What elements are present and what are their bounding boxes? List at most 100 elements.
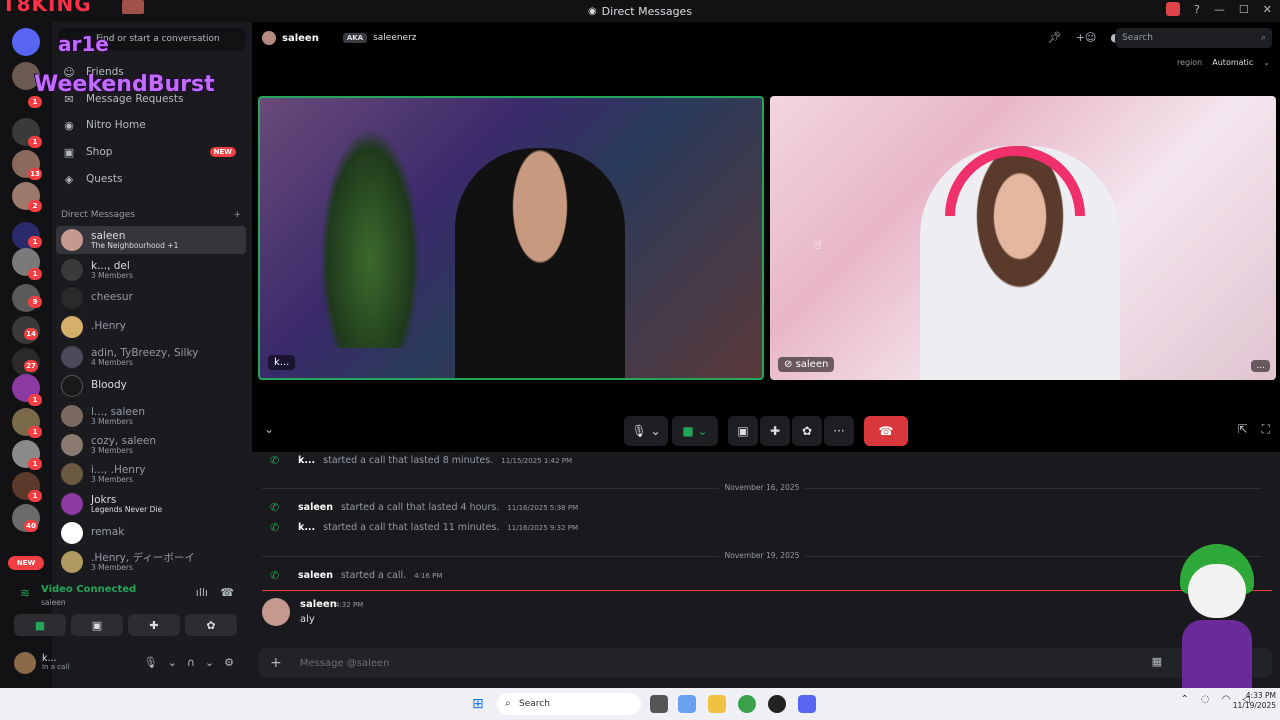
dm-item[interactable]: adin, TyBreezy, Silky 4 Members — [56, 343, 246, 371]
pop-out-icon[interactable]: ⇱ — [1238, 422, 1248, 437]
window-controls: ? — ☐ ✕ — [1166, 2, 1272, 16]
minimize-button[interactable]: — — [1214, 3, 1225, 16]
christmas-tree — [320, 128, 420, 348]
taskbar-search[interactable]: ⌕ Search — [497, 693, 641, 715]
avatar — [61, 551, 83, 573]
microphone-icon[interactable]: 🎙︎ — [144, 656, 158, 669]
screen-share-button[interactable]: ▣ — [728, 416, 758, 446]
chat-overlay-name: ar1e — [58, 32, 109, 56]
chevron-down-icon[interactable]: ⌄ — [205, 656, 214, 669]
unread-badge: 1 — [28, 236, 42, 248]
create-dm-icon[interactable]: + — [233, 210, 241, 220]
dm-item[interactable]: .Henry — [56, 313, 246, 341]
camera-button[interactable]: ■ — [14, 614, 66, 636]
signal-icon[interactable]: ≋ — [20, 586, 30, 600]
app-icon[interactable] — [768, 695, 786, 713]
add-friend-icon[interactable]: +☺ — [1076, 31, 1097, 44]
discord-icon[interactable] — [798, 695, 816, 713]
new-badge: NEW — [209, 147, 236, 157]
wifi-icon[interactable]: ◠ — [1222, 694, 1231, 705]
nav-shop[interactable]: ▣ Shop NEW — [58, 140, 246, 164]
more-options-button[interactable]: ··· — [824, 416, 854, 446]
mic-button[interactable]: 🎙︎ ⌄ — [624, 416, 668, 446]
dm-item[interactable]: i..., .Henry 3 Members — [56, 460, 246, 488]
dm-item[interactable]: cozy, saleen 3 Members — [56, 431, 246, 459]
file-explorer-icon[interactable] — [708, 695, 726, 713]
maximize-button[interactable]: ☐ — [1239, 3, 1249, 16]
home-server-icon[interactable] — [12, 28, 40, 56]
settings-gear-icon[interactable]: ⚙ — [224, 656, 234, 669]
add-attachment-icon[interactable]: + — [270, 655, 282, 671]
mouse-cursor: ☝ — [814, 238, 822, 253]
camera-button[interactable]: ■ ⌄ — [672, 416, 718, 446]
user-panel: k... In a call 🎙︎ ⌄ ∩ ⌄ ⚙ — [8, 648, 244, 678]
chrome-icon[interactable] — [738, 695, 756, 713]
screen-share-button[interactable]: ▣ — [71, 614, 123, 636]
avatar — [61, 229, 83, 251]
tile-more-button[interactable]: ... — [1251, 360, 1270, 372]
dm-item[interactable]: remak — [56, 519, 246, 547]
search-icon: ⌕ — [1260, 33, 1266, 43]
dm-item[interactable]: Bloody — [56, 372, 246, 400]
participant-video — [455, 148, 625, 378]
nav-friends[interactable]: ☺ Friends — [58, 60, 246, 84]
windows-start-icon[interactable]: ⊞ — [472, 696, 488, 712]
avatar[interactable] — [262, 598, 290, 626]
unread-badge: 40 — [24, 520, 38, 532]
chevron-up-icon[interactable]: ⌃ — [1180, 694, 1188, 705]
close-button[interactable]: ✕ — [1263, 3, 1272, 16]
os-taskbar: ⊞ ⌕ Search ⌃ ◌ ◠ ◁ 4:33 PM 11/19/2025 — [0, 688, 1280, 720]
stream-overlay-image — [122, 0, 144, 14]
nav-message-requests[interactable]: ✉ Message Requests — [58, 87, 246, 111]
soundboard-button[interactable]: ✿ — [792, 416, 822, 446]
nitro-icon: ◉ — [64, 118, 74, 132]
dm-item[interactable]: Jokrs Legends Never Die — [56, 490, 246, 518]
quests-icon: ◈ — [64, 172, 74, 186]
screen-share-icon: ▣ — [91, 618, 103, 632]
task-view-icon[interactable] — [650, 695, 668, 713]
avatar — [61, 522, 83, 544]
message-composer: + ▦ — [258, 648, 1272, 678]
call-controls: ⌄ 🎙︎ ⌄ ■ ⌄ ▣ ✚ ✿ ··· ☎ ⇱ ⛶ — [252, 412, 1280, 452]
microphone-icon: 🎙︎ ⌄ — [631, 424, 661, 438]
clock[interactable]: 4:33 PM 11/19/2025 — [1233, 691, 1276, 711]
pin-icon[interactable]: 📌︎ — [1048, 31, 1062, 44]
stream-overlay-title: T8KING — [2, 0, 92, 16]
dm-item[interactable]: cheesur — [56, 284, 246, 312]
search-input[interactable]: Search ⌕ — [1116, 28, 1272, 48]
chevron-down-icon[interactable]: ⌄ — [168, 656, 177, 669]
unread-badge: 1 — [28, 490, 42, 502]
copilot-icon[interactable] — [678, 695, 696, 713]
video-tile-saleen[interactable]: ⊘ saleen ... — [770, 96, 1276, 380]
chevron-down-icon: ⌄ — [1263, 58, 1270, 67]
dm-item[interactable]: k..., del 3 Members — [56, 256, 246, 284]
gift-icon[interactable]: ▦ — [1152, 655, 1162, 668]
phone-icon: ✆ — [270, 521, 280, 534]
unread-badge: 1 — [28, 96, 42, 108]
nav-nitro-home[interactable]: ◉ Nitro Home — [58, 113, 246, 137]
avatar[interactable] — [14, 652, 36, 674]
help-icon[interactable]: ? — [1194, 3, 1200, 16]
activities-button[interactable]: ✚ — [128, 614, 180, 636]
date-divider: November 16, 2025 — [262, 483, 1262, 492]
dm-item[interactable]: .Henry, ディーボーイ 3 Members — [56, 548, 246, 576]
soundboard-button[interactable]: ✿ — [185, 614, 237, 636]
dm-item-saleen[interactable]: saleen The Neighbourhood +1 — [56, 226, 246, 254]
unread-badge: 1 — [28, 268, 42, 280]
disconnect-icon[interactable]: ☎ — [220, 586, 234, 599]
fullscreen-icon[interactable]: ⛶ — [1262, 422, 1270, 437]
headphones-icon[interactable]: ∩ — [187, 656, 195, 669]
unread-badge: 1 — [28, 426, 42, 438]
video-tile-k[interactable]: k... — [258, 96, 764, 380]
dm-item[interactable]: l..., saleen 3 Members — [56, 402, 246, 430]
end-call-button[interactable]: ☎ — [864, 416, 908, 446]
chevron-down-icon[interactable]: ⌄ — [264, 422, 274, 436]
nav-quests[interactable]: ◈ Quests — [58, 167, 246, 191]
activities-button[interactable]: ✚ — [760, 416, 790, 446]
noise-suppression-icon[interactable]: ıllı — [196, 586, 208, 599]
region-selector[interactable]: region Automatic ⌄ — [1177, 58, 1270, 67]
new-servers-pill[interactable]: NEW — [8, 556, 44, 570]
message-input[interactable] — [299, 657, 1120, 669]
inbox-icon[interactable] — [1166, 2, 1181, 16]
tray-app-icon[interactable]: ◌ — [1201, 694, 1210, 705]
